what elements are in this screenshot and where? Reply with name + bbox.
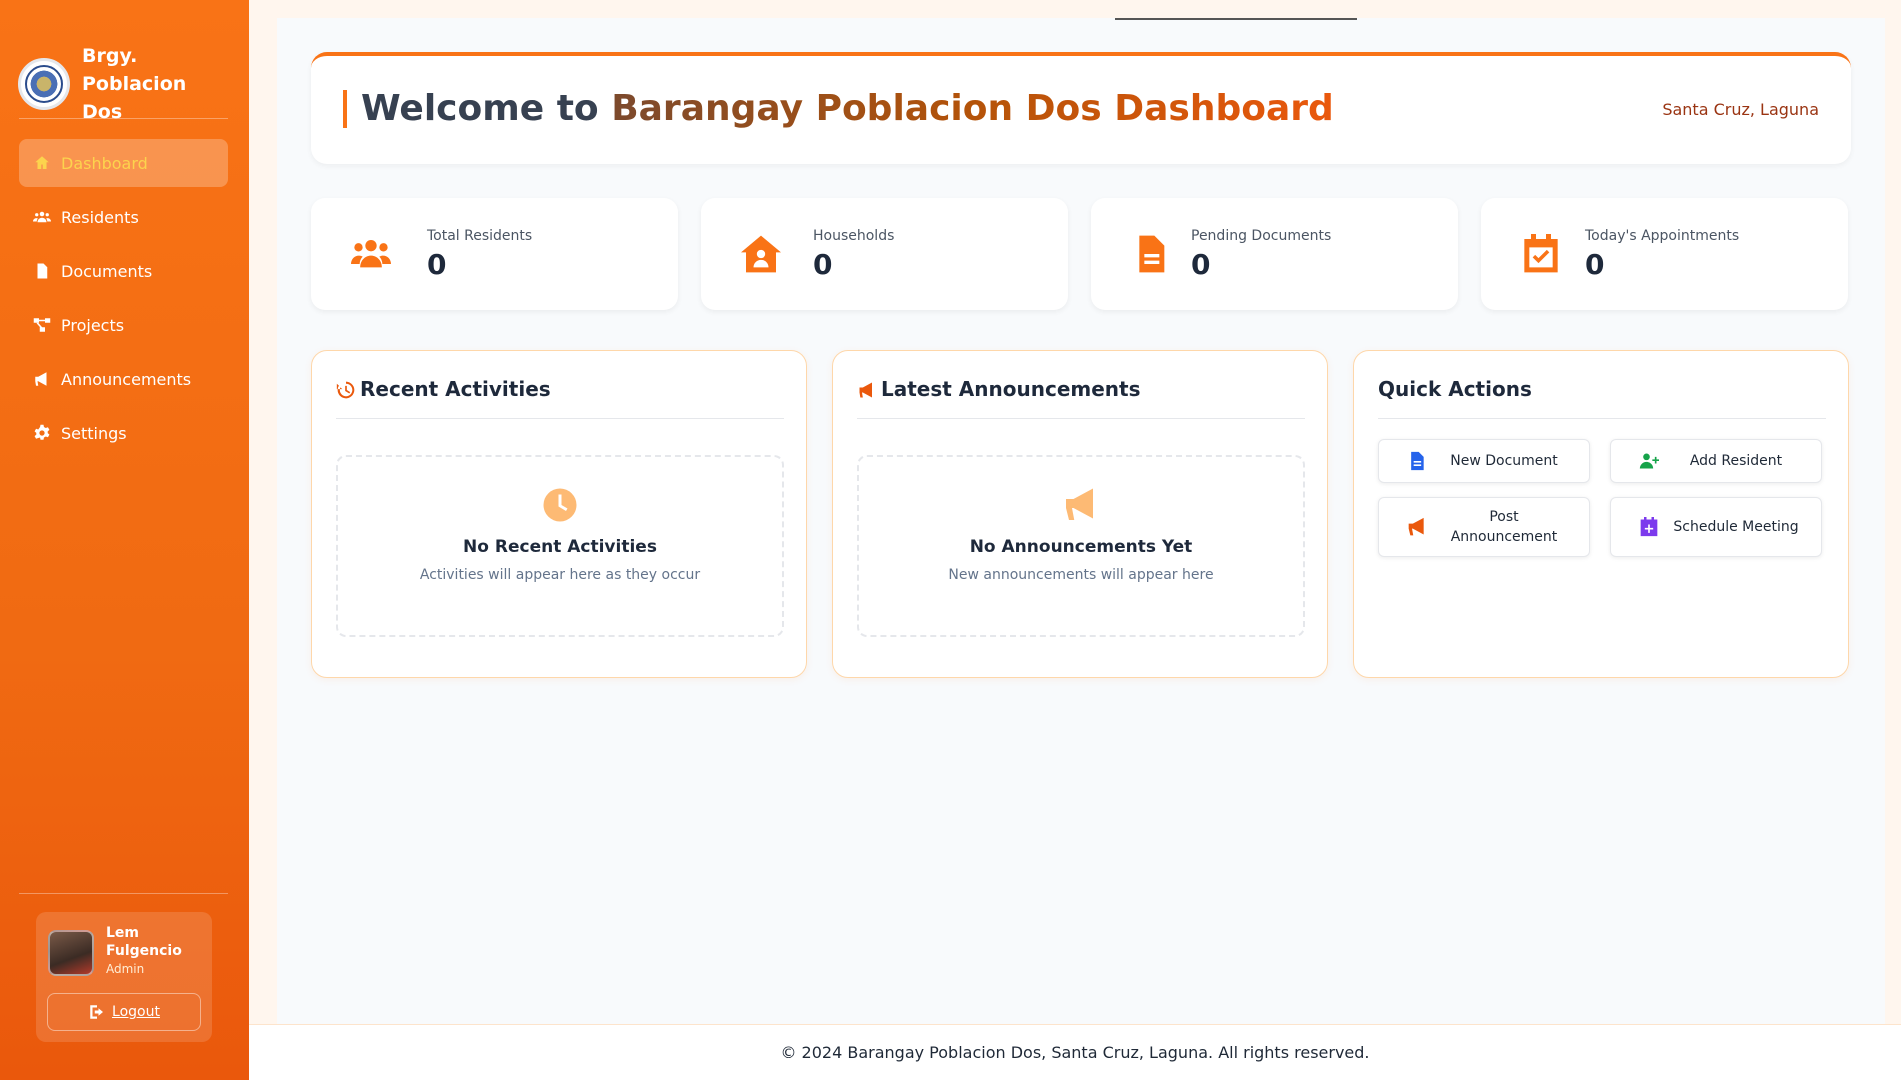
logout-label: Logout [112, 1004, 160, 1020]
schedule-meeting-button[interactable]: Schedule Meeting [1610, 497, 1822, 557]
empty-state: No Recent Activities Activities will app… [336, 455, 784, 637]
sidebar-item-documents[interactable]: Documents [19, 247, 228, 295]
sidebar-item-residents[interactable]: Residents [19, 193, 228, 241]
new-document-button[interactable]: New Document [1378, 439, 1590, 483]
user-name: Lem Fulgencio [106, 925, 182, 959]
page-title-highlight: Barangay Poblacion Dos Dashboard [611, 88, 1334, 129]
brand[interactable]: Brgy. Poblacion Dos [18, 42, 232, 126]
empty-subtitle: New announcements will appear here [948, 567, 1214, 583]
users-icon [33, 211, 51, 223]
quick-actions-panel: Quick Actions New Document Add Resident … [1353, 350, 1849, 678]
stat-value: 0 [1191, 248, 1211, 281]
bullhorn-icon [35, 372, 47, 386]
location-text: Santa Cruz, Laguna [1662, 100, 1819, 119]
brand-name: Brgy. Poblacion Dos [82, 45, 187, 123]
user-card: Lem Fulgencio Admin Logout [36, 912, 212, 1042]
button-label: Post Announcement [1450, 509, 1558, 545]
stat-card-todays-appointments: Today's Appointments 0 [1481, 198, 1848, 310]
sidebar-item-settings[interactable]: Settings [19, 409, 228, 457]
sidebar-item-label: Settings [61, 423, 127, 443]
panel-header: Quick Actions [1378, 377, 1826, 419]
button-label: Add Resident [1689, 453, 1783, 469]
main-content: Welcome to Barangay Poblacion Dos Dashbo… [277, 18, 1885, 1024]
bullhorn-icon [1408, 517, 1424, 536]
panel-title: Latest Announcements [881, 377, 1141, 401]
barangay-seal-logo [18, 58, 70, 110]
stats-row: Total Residents 0 Households 0 Pending D… [311, 198, 1851, 310]
panel-header: Recent Activities [336, 377, 784, 419]
quick-actions-grid: New Document Add Resident Post Announcem… [1378, 439, 1822, 557]
page-footer: © 2024 Barangay Poblacion Dos, Santa Cru… [249, 1024, 1901, 1080]
bullhorn-icon [859, 382, 872, 398]
sidebar-item-label: Documents [61, 261, 153, 281]
user-plus-icon [1639, 453, 1659, 469]
sidebar-item-dashboard[interactable]: Dashboard [19, 139, 228, 187]
button-label: New Document [1450, 453, 1558, 469]
empty-title: No Announcements Yet [969, 537, 1193, 557]
file-icon [1411, 451, 1424, 471]
footer-text: © 2024 Barangay Poblacion Dos, Santa Cru… [780, 1043, 1370, 1062]
top-indicator [1115, 18, 1357, 20]
empty-state: No Announcements Yet New announcements w… [857, 455, 1305, 637]
stat-card-pending-documents: Pending Documents 0 [1091, 198, 1458, 310]
calendar-plus-icon [1640, 517, 1658, 537]
page-title-prefix: Welcome to [361, 88, 599, 129]
stat-value: 0 [813, 248, 833, 281]
add-resident-button[interactable]: Add Resident [1610, 439, 1822, 483]
sidebar-item-label: Dashboard [61, 153, 148, 173]
stat-label: Total Residents [427, 228, 533, 244]
recent-activities-panel: Recent Activities No Recent Activities A… [311, 350, 807, 678]
panels-row: Recent Activities No Recent Activities A… [311, 350, 1851, 678]
calendar-check-icon [1524, 234, 1558, 273]
file-icon [37, 263, 48, 279]
home-icon [35, 156, 49, 169]
sidebar-item-label: Announcements [61, 369, 192, 389]
stat-card-households: Households 0 [701, 198, 1068, 310]
sidebar-nav: Dashboard Residents Documents Projects A… [19, 139, 228, 463]
logout-icon [90, 1005, 104, 1019]
bullhorn-icon [1066, 488, 1093, 520]
post-announcement-button[interactable]: Post Announcement [1378, 497, 1590, 557]
sidebar: Brgy. Poblacion Dos Dashboard Residents … [0, 0, 249, 1080]
stat-value: 0 [427, 248, 447, 281]
gear-icon [34, 424, 50, 440]
panel-header: Latest Announcements [857, 377, 1305, 419]
clock-icon [543, 488, 577, 522]
sidebar-item-label: Residents [61, 207, 139, 227]
divider [19, 118, 228, 119]
project-diagram-icon [33, 318, 51, 332]
avatar [48, 930, 94, 976]
stat-card-total-residents: Total Residents 0 [311, 198, 678, 310]
sidebar-item-announcements[interactable]: Announcements [19, 355, 228, 403]
user-role: Admin [106, 962, 145, 976]
button-label: Schedule Meeting [1673, 519, 1799, 535]
stat-label: Households [813, 228, 895, 244]
panel-title: Recent Activities [360, 377, 551, 401]
welcome-banner: Welcome to Barangay Poblacion Dos Dashbo… [311, 52, 1851, 164]
panel-title: Quick Actions [1378, 377, 1532, 401]
stat-label: Pending Documents [1191, 228, 1332, 244]
sidebar-item-projects[interactable]: Projects [19, 301, 228, 349]
file-lines-icon [1139, 235, 1165, 273]
history-icon [336, 381, 355, 399]
empty-subtitle: Activities will appear here as they occu… [419, 567, 701, 583]
latest-announcements-panel: Latest Announcements No Announcements Ye… [832, 350, 1328, 678]
divider [19, 893, 228, 894]
stat-value: 0 [1585, 248, 1605, 281]
logout-button[interactable]: Logout [47, 993, 201, 1031]
house-user-icon [741, 235, 781, 273]
users-icon [351, 240, 391, 268]
page-title: Welcome to Barangay Poblacion Dos Dashbo… [343, 90, 1334, 128]
sidebar-item-label: Projects [61, 315, 125, 335]
stat-label: Today's Appointments [1585, 228, 1740, 244]
empty-title: No Recent Activities [463, 537, 657, 557]
